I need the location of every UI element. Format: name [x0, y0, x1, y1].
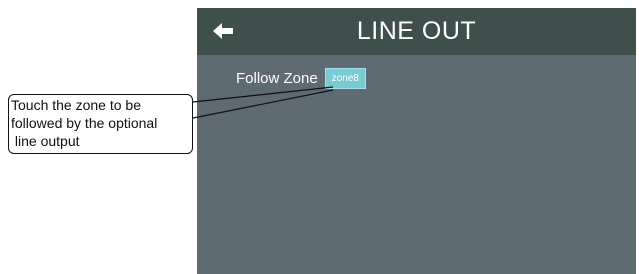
zone-select-button[interactable]: zone8: [324, 67, 366, 89]
header-bar: LINE OUT: [197, 8, 636, 55]
annotation-callout: Touch the zone to be followed by the opt…: [8, 94, 193, 154]
callout-line-3: line output: [11, 133, 80, 149]
follow-zone-row: Follow Zone zone8: [236, 67, 366, 89]
callout-line-2: followed by the optional: [11, 115, 158, 131]
follow-zone-label: Follow Zone: [236, 69, 318, 87]
device-screen: LINE OUT Follow Zone zone8: [197, 8, 636, 274]
page: LINE OUT Follow Zone zone8 Touch the zon…: [0, 0, 639, 274]
page-title: LINE OUT: [356, 17, 477, 45]
callout-line-1: Touch the zone to be: [11, 97, 141, 113]
